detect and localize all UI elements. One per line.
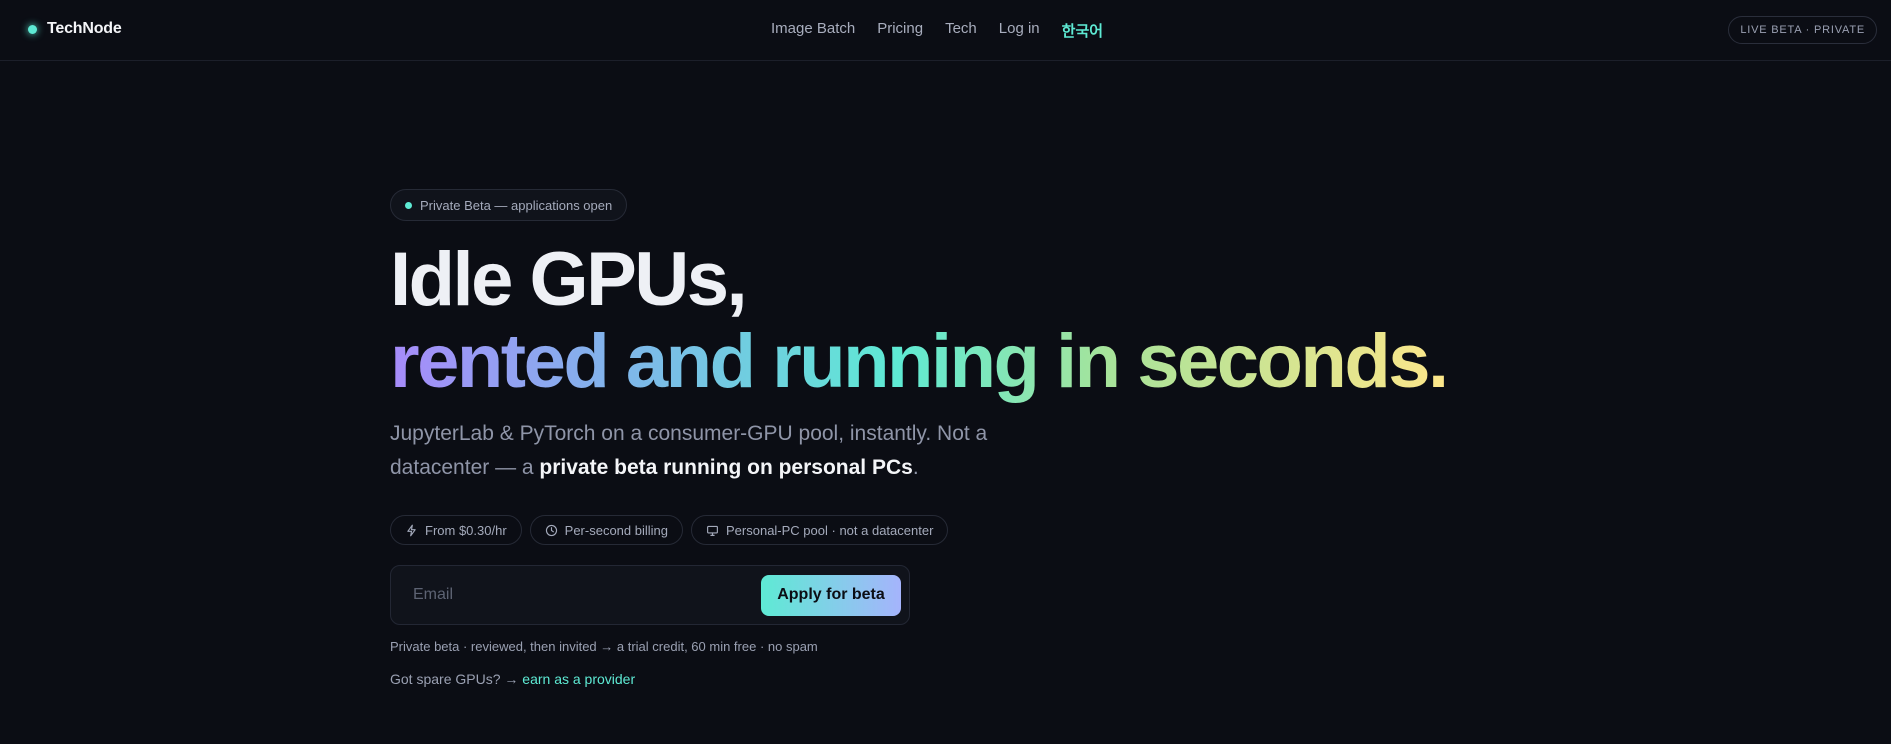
email-input[interactable]	[413, 586, 743, 604]
provider-cta-text: Got spare GPUs? →	[390, 671, 523, 687]
hero-section: Private Beta — applications open Idle GP…	[390, 189, 1449, 687]
monitor-icon	[707, 525, 718, 536]
nav-link-login[interactable]: Log in	[999, 20, 1040, 41]
provider-link[interactable]: earn as a provider	[522, 671, 635, 687]
beta-signup-form: Apply for beta	[390, 565, 910, 625]
logo[interactable]: TechNode	[28, 20, 122, 38]
clock-icon	[545, 524, 557, 536]
chip-pool-label: Personal-PC pool · not a datacenter	[726, 522, 934, 538]
feature-chips: From $0.30/hr Per-second billing Persona…	[390, 515, 1447, 545]
chip-pool: Personal-PC pool · not a datacenter	[691, 515, 949, 545]
chip-billing-label: Per-second billing	[564, 522, 668, 538]
status-badge: LIVE BETA · PRIVATE	[1728, 16, 1877, 44]
beta-badge-label: Private Beta — applications open	[420, 197, 613, 213]
chip-price: From $0.30/hr	[390, 515, 522, 545]
beta-badge: Private Beta — applications open	[390, 189, 628, 221]
provider-cta: Got spare GPUs? → earn as a provider	[390, 671, 1447, 687]
nav-link-image-batch[interactable]: Image Batch	[771, 20, 855, 41]
chip-price-label: From $0.30/hr	[425, 522, 507, 538]
headline-line1: Idle GPUs,	[390, 237, 748, 322]
bolt-icon	[407, 524, 416, 536]
status-dot-icon	[405, 201, 412, 209]
top-nav: TechNode Image Batch Pricing Tech Log in…	[0, 0, 1891, 61]
nav-link-language[interactable]: 한국어	[1062, 20, 1103, 41]
headline-line2: rented and running in seconds.	[390, 319, 1449, 404]
nav-link-pricing[interactable]: Pricing	[877, 20, 923, 41]
lead-paragraph: JupyterLab & PyTorch on a consumer-GPU p…	[390, 417, 1010, 485]
lead-emphasis: private beta running on personal PCs	[539, 456, 913, 479]
nav-links: Image Batch Pricing Tech Log in 한국어	[771, 20, 1103, 41]
logo-text: TechNode	[47, 20, 122, 37]
signup-note: Private beta · reviewed, then invited → …	[390, 639, 818, 654]
nav-link-tech[interactable]: Tech	[945, 20, 977, 41]
chip-billing: Per-second billing	[529, 515, 683, 545]
apply-for-beta-button[interactable]: Apply for beta	[761, 574, 901, 616]
logo-dot-icon	[28, 24, 37, 34]
lead-end: .	[912, 456, 919, 479]
